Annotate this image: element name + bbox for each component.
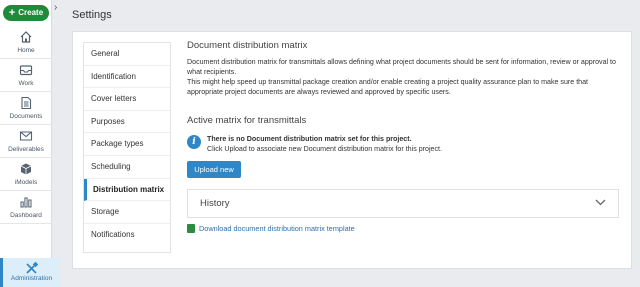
menu-item-notifications[interactable]: Notifications xyxy=(84,224,170,247)
page-header: Settings xyxy=(62,0,640,30)
settings-card: General Identification Cover letters Pur… xyxy=(72,31,632,269)
nav-item-documents[interactable]: Documents xyxy=(0,93,52,125)
menu-item-storage[interactable]: Storage xyxy=(84,201,170,224)
description: Document distribution matrix for transmi… xyxy=(187,57,623,97)
menu-item-scheduling[interactable]: Scheduling xyxy=(84,156,170,179)
settings-menu: General Identification Cover letters Pur… xyxy=(83,42,171,253)
menu-item-package-types[interactable]: Package types xyxy=(84,133,170,156)
notice-body: Click Upload to associate new Document d… xyxy=(207,145,442,153)
nav-item-work[interactable]: Work xyxy=(0,60,52,92)
upload-new-button[interactable]: Upload new xyxy=(187,161,241,178)
home-icon xyxy=(19,30,33,46)
description-line-1: Document distribution matrix for transmi… xyxy=(187,58,616,76)
imodel-icon xyxy=(19,162,33,178)
description-line-2: This might help speed up transmittal pac… xyxy=(187,78,589,96)
plus-icon: + xyxy=(8,7,16,19)
dashboard-icon xyxy=(19,195,33,211)
nav-label: iModels xyxy=(14,179,38,186)
nav-label: Home xyxy=(17,47,35,54)
nav-item-home[interactable]: Home xyxy=(0,27,52,59)
menu-item-general[interactable]: General xyxy=(84,43,170,66)
history-accordion[interactable]: History xyxy=(187,189,619,218)
nav-label: Documents xyxy=(9,113,43,120)
inbox-icon xyxy=(19,63,33,79)
nav-item-deliverables[interactable]: Deliverables xyxy=(0,126,52,158)
menu-item-identification[interactable]: Identification xyxy=(84,66,170,89)
menu-item-cover-letters[interactable]: Cover letters xyxy=(84,88,170,111)
nav-item-imodels[interactable]: iModels xyxy=(0,159,52,191)
content-panel: Document distribution matrix Document di… xyxy=(187,40,623,233)
chevron-down-icon[interactable] xyxy=(595,198,606,209)
notice-bold: There is no Document distribution matrix… xyxy=(207,135,412,143)
send-icon xyxy=(19,129,33,145)
nav-item-dashboard[interactable]: Dashboard xyxy=(0,192,52,224)
nav-label: Work xyxy=(18,80,34,87)
document-icon xyxy=(19,96,33,112)
create-button[interactable]: + Create xyxy=(3,5,49,21)
history-label: History xyxy=(200,198,230,209)
menu-item-distribution-matrix[interactable]: Distribution matrix xyxy=(84,178,170,202)
notice-text: There is no Document distribution matrix… xyxy=(207,134,442,154)
active-matrix-title: Active matrix for transmittals xyxy=(187,115,307,126)
info-notice: i There is no Document distribution matr… xyxy=(187,134,623,154)
nav-label: Dashboard xyxy=(10,212,42,219)
nav-label: Deliverables xyxy=(8,146,44,153)
excel-file-icon xyxy=(187,224,195,233)
download-label[interactable]: Download document distribution matrix te… xyxy=(199,224,355,233)
download-template-link[interactable]: Download document distribution matrix te… xyxy=(187,224,623,233)
section-title: Document distribution matrix xyxy=(187,40,308,51)
nav-label: Administration xyxy=(10,275,53,282)
menu-item-purposes[interactable]: Purposes xyxy=(84,111,170,134)
info-icon: i xyxy=(187,135,201,149)
page-title: Settings xyxy=(72,9,112,21)
create-label: Create xyxy=(18,8,44,17)
nav-item-administration[interactable]: Administration xyxy=(0,258,60,287)
chevron-right-icon[interactable]: › xyxy=(54,2,57,13)
tools-icon xyxy=(25,261,39,275)
left-nav: + Create Home Work Documents Deliverable… xyxy=(0,0,60,287)
